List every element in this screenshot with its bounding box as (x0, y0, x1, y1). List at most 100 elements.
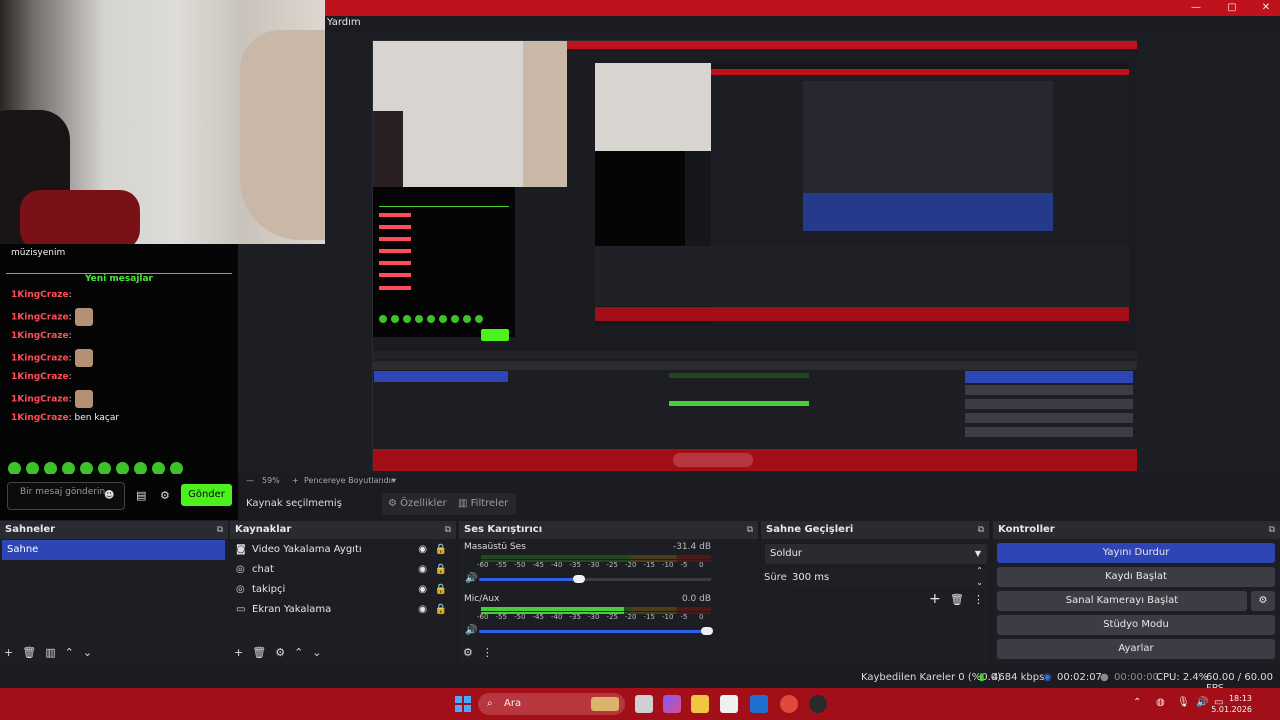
eye-icon[interactable]: ◉ (418, 600, 427, 620)
filters-button[interactable]: ▥ Filtreler (452, 493, 517, 515)
taskbar: ⌕ Ara ⌃ ◍ 🎙 🔊 ▭ 18:13 5.01.2026 (0, 688, 1280, 720)
chevron-down-icon[interactable]: ⌄ (83, 646, 92, 659)
db-scale-tick: -40 (551, 561, 563, 569)
emoji-icon[interactable]: ☻ (104, 490, 114, 501)
lock-icon[interactable]: 🔒 (435, 600, 447, 620)
eye-icon[interactable]: ◉ (418, 560, 427, 580)
trash-icon[interactable]: 🗑 (950, 593, 964, 606)
undock-icon[interactable]: ⧉ (217, 521, 223, 539)
settings-button[interactable]: Ayarlar (997, 639, 1275, 659)
more-icon[interactable]: ⋮ (973, 593, 984, 606)
context-bar: Kaynak seçilmemiş ⚙ Özellikler ▥ Filtrel… (240, 490, 1280, 518)
source-item[interactable]: ◙ Video Yakalama Aygıtı ◉ 🔒 (236, 540, 451, 560)
more-icon[interactable]: ⋮ (482, 646, 493, 659)
undock-icon[interactable]: ⧉ (978, 521, 984, 539)
virtual-camera-settings-button[interactable]: ⚙ (1251, 591, 1275, 611)
close-button[interactable]: ✕ (1254, 0, 1278, 16)
zoom-out-icon[interactable]: — (246, 476, 254, 485)
chevron-down-icon[interactable]: ▾ (392, 476, 396, 485)
file-explorer-icon[interactable] (691, 695, 709, 713)
slider-track (583, 578, 711, 581)
network-icon[interactable]: ◍ (1156, 697, 1165, 708)
slider-knob[interactable] (573, 575, 586, 583)
globe-icon: ◎ (236, 584, 245, 595)
task-view-icon[interactable] (635, 695, 653, 713)
scenes-toolbar: + 🗑 ▥ ⌃ ⌄ (4, 646, 101, 662)
filter-icon[interactable]: ▥ (45, 646, 55, 659)
add-icon[interactable]: + (234, 646, 243, 659)
channel-db: -31.4 dB (672, 542, 711, 552)
db-scale-tick: -35 (569, 613, 581, 621)
db-scale-tick: -45 (532, 561, 544, 569)
maximize-button[interactable]: ▢ (1220, 0, 1244, 16)
start-recording-button[interactable]: Kaydı Başlat (997, 567, 1275, 587)
scenes-dock: Sahneler ⧉ Sahne + 🗑 ▥ ⌃ ⌄ (0, 521, 228, 666)
advanced-audio-icon[interactable]: ⚙ (463, 646, 473, 659)
store-icon[interactable]: ▤ (136, 489, 146, 502)
volume-slider[interactable] (479, 575, 711, 583)
slider-knob[interactable] (701, 627, 713, 635)
chevron-up-icon[interactable]: ⌃ (294, 646, 303, 659)
microphone-icon[interactable]: 🎙 (1177, 697, 1190, 708)
gear-icon[interactable]: ⚙ (275, 646, 285, 659)
taskbar-clock[interactable]: 18:13 5.01.2026 (1211, 693, 1252, 715)
gear-icon: ⚙ (388, 498, 397, 509)
scene-item[interactable]: Sahne (2, 540, 225, 560)
preview-canvas[interactable]: müzisyenim Yeni mesajlar 1KingCraze: 1Ki… (0, 0, 1280, 475)
source-item[interactable]: ◎ chat ◉ 🔒 (236, 560, 451, 580)
spin-buttons[interactable]: ⌃ ⌄ (976, 565, 983, 589)
lock-icon[interactable]: 🔒 (435, 540, 447, 560)
chevron-up-icon[interactable]: ⌃ (1133, 697, 1141, 708)
chat-message: 1KingCraze: (11, 372, 72, 382)
preview-zoom-bar: — 59% + Pencereye Boyutlandır ▾ (240, 474, 1280, 488)
chevron-down-icon[interactable]: ⌄ (312, 646, 321, 659)
chat-input-area: Bir mesaj gönderin ☻ ▤ ⚙ Gönder (0, 474, 238, 520)
store-icon[interactable] (720, 695, 738, 713)
taskbar-search[interactable]: ⌕ Ara (478, 693, 625, 715)
db-scale-tick: -5 (680, 561, 688, 569)
studio-mode-button[interactable]: Stüdyo Modu (997, 615, 1275, 635)
speaker-icon[interactable]: 🔊 (465, 573, 477, 584)
undock-icon[interactable]: ⧉ (1269, 521, 1275, 539)
speaker-icon[interactable]: 🔊 (465, 625, 477, 636)
lock-icon[interactable]: 🔒 (435, 560, 447, 580)
volume-slider[interactable] (479, 627, 713, 635)
fit-to-window-button[interactable]: Pencereye Boyutlandır (304, 476, 394, 485)
send-button[interactable]: Gönder (181, 484, 232, 506)
chevron-up-icon[interactable]: ⌃ (65, 646, 74, 659)
controls-dock: Kontroller ⧉ Yayını Durdur Kaydı Başlat S… (993, 521, 1280, 666)
record-icon: ● (1100, 672, 1109, 683)
menu-help[interactable]: Yardım (327, 17, 361, 28)
chrome-icon[interactable] (780, 695, 798, 713)
gear-icon[interactable]: ⚙ (160, 489, 170, 502)
source-item[interactable]: ◎ takipçi ◉ 🔒 (236, 580, 451, 600)
duration-input[interactable]: 300 ms ⌃ ⌄ (787, 565, 987, 589)
stop-stream-button[interactable]: Yayını Durdur (997, 543, 1275, 563)
eye-icon[interactable]: ◉ (418, 540, 427, 560)
properties-button[interactable]: ⚙ Özellikler (382, 493, 455, 515)
undock-icon[interactable]: ⧉ (445, 521, 451, 539)
mail-icon[interactable] (750, 695, 768, 713)
sources-title: Kaynaklar ⧉ (230, 521, 456, 539)
add-icon[interactable]: + (4, 646, 13, 659)
filter-icon: ▥ (458, 498, 468, 509)
lock-icon[interactable]: 🔒 (435, 580, 447, 600)
transition-select[interactable]: Soldur ▼ (765, 544, 987, 564)
trash-icon[interactable]: 🗑 (252, 646, 266, 659)
eye-icon[interactable]: ◉ (418, 580, 427, 600)
trash-icon[interactable]: 🗑 (22, 646, 36, 659)
virtual-camera-button[interactable]: Sanal Kamerayı Başlat (997, 591, 1247, 611)
transitions-title: Sahne Geçişleri ⧉ (761, 521, 989, 539)
obs-icon[interactable] (809, 695, 827, 713)
volume-icon[interactable]: 🔊 (1196, 697, 1208, 708)
undock-icon[interactable]: ⧉ (747, 521, 753, 539)
db-scale-tick: -15 (643, 613, 655, 621)
microsoft365-icon[interactable] (663, 695, 681, 713)
windows-start-icon[interactable] (455, 696, 471, 712)
add-icon[interactable]: + (929, 591, 941, 607)
source-item[interactable]: ▭ Ekran Yakalama ◉ 🔒 (236, 600, 451, 620)
zoom-in-icon[interactable]: + (292, 476, 299, 485)
minimize-button[interactable]: — (1184, 0, 1208, 16)
db-scale-tick: -30 (588, 561, 600, 569)
db-scale-tick: -45 (532, 613, 544, 621)
